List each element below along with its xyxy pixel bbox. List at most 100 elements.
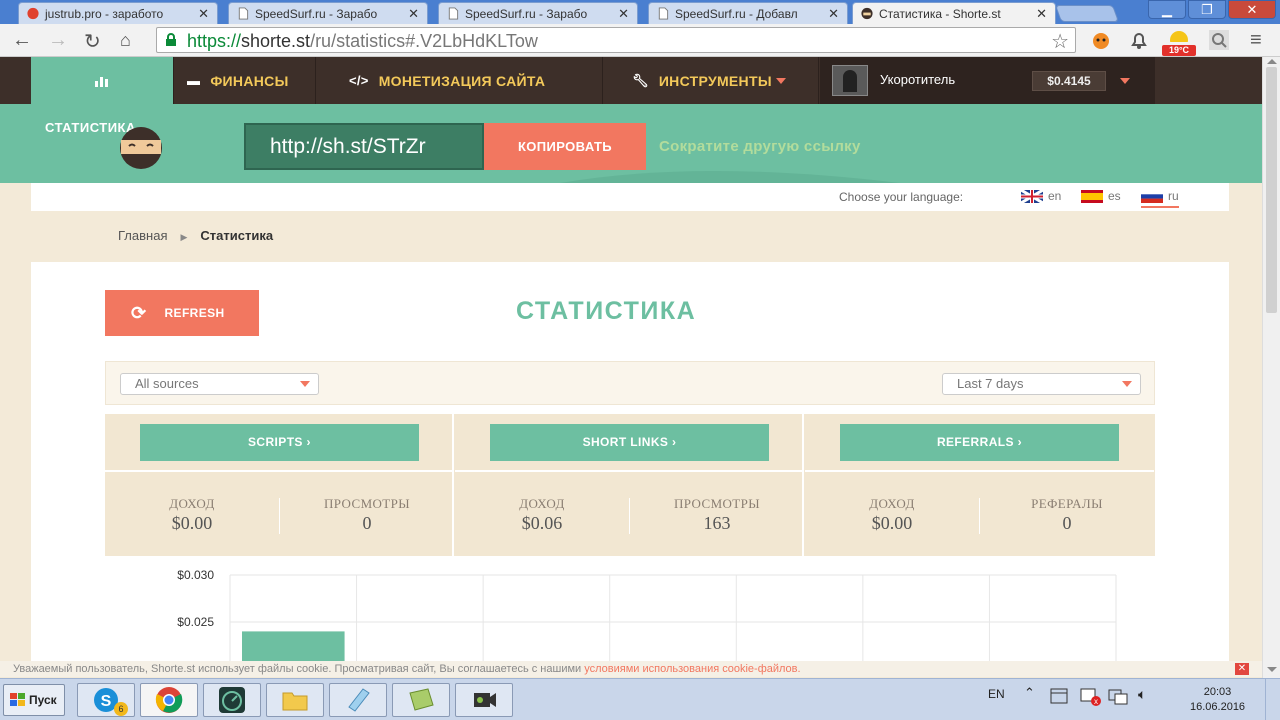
home-icon[interactable]: ⌂ <box>120 30 131 51</box>
lang-option-es[interactable]: es <box>1081 189 1121 203</box>
bookmark-star-icon[interactable]: ☆ <box>1051 29 1069 54</box>
chevron-down-icon <box>300 381 310 387</box>
tab-close-icon[interactable]: ✕ <box>828 6 839 22</box>
browser-tab-speedsurf-1[interactable]: SpeedSurf.ru - Зарабо ✕ <box>228 2 428 24</box>
tab-title: Статистика - Shorte.st <box>879 6 1001 21</box>
weather-extension[interactable]: 19°C <box>1162 28 1196 56</box>
browser-tab-strip: justrub.pro - заработо ✕ SpeedSurf.ru - … <box>0 0 1280 24</box>
cookie-files-link[interactable]: cookie-файлов. <box>722 663 800 675</box>
minimize-icon[interactable]: ▁ <box>1148 0 1186 19</box>
taskbar-explorer[interactable] <box>266 683 324 717</box>
scrollbar-thumb[interactable] <box>1266 67 1277 313</box>
system-clock[interactable]: 20:03 16.06.2016 <box>1190 685 1245 715</box>
input-language[interactable]: EN <box>988 687 1005 701</box>
user-menu[interactable]: Укоротитель $0.4145 <box>820 57 1155 104</box>
period-select[interactable]: Last 7 days <box>942 373 1141 395</box>
copy-button[interactable]: КОПИРОВАТЬ <box>484 123 646 170</box>
scripts-button[interactable]: SCRIPTS › <box>140 424 419 461</box>
speedometer-icon <box>219 687 245 713</box>
forward-arrow-icon[interactable]: → <box>48 29 68 52</box>
cookie-terms-link[interactable]: условиями использования <box>584 663 719 675</box>
breadcrumb-home[interactable]: Главная <box>118 228 167 243</box>
show-desktop-button[interactable] <box>1265 679 1280 720</box>
maximize-icon[interactable]: ❐ <box>1188 0 1226 19</box>
url-host: shorte.st <box>241 31 311 51</box>
tray-network-icon[interactable] <box>1108 688 1128 706</box>
metric-income: ДОХОД $0.00 <box>805 496 979 534</box>
taskbar-skype[interactable]: S 6 <box>77 683 135 717</box>
address-bar[interactable]: https://shorte.st/ru/statistics#.V2LbHdK… <box>156 27 1076 53</box>
nav-statistics[interactable] <box>31 57 174 104</box>
chevron-down-icon[interactable] <box>1120 78 1130 84</box>
short-url-field[interactable]: http://sh.st/STrZr <box>244 123 484 170</box>
browser-tab-speedsurf-2[interactable]: SpeedSurf.ru - Зарабо ✕ <box>438 2 638 24</box>
page-scrollbar[interactable] <box>1262 57 1280 678</box>
bar-chart-icon <box>95 76 108 87</box>
referrals-button[interactable]: REFERRALS › <box>840 424 1119 461</box>
language-label: Choose your language: <box>839 190 964 204</box>
period-select-value: Last 7 days <box>957 376 1024 391</box>
metric-label: ДОХОД <box>519 496 565 511</box>
browser-tab-speedsurf-3[interactable]: SpeedSurf.ru - Добавл ✕ <box>648 2 848 24</box>
stats-scripts: SCRIPTS › ДОХОД $0.00 ПРОСМОТРЫ 0 <box>105 414 454 556</box>
tab-close-icon[interactable]: ✕ <box>408 6 419 22</box>
tray-window-icon[interactable] <box>1050 688 1068 704</box>
metric-label: ПРОСМОТРЫ <box>323 496 411 511</box>
divider <box>805 470 1154 472</box>
chart-bar <box>242 631 345 662</box>
taskbar-chrome[interactable] <box>140 683 198 717</box>
nav-monetize[interactable]: </> МОНЕТИЗАЦИЯ САЙТА <box>317 57 603 104</box>
metric-label: ДОХОД <box>869 496 915 511</box>
refresh-icon: ⟳ <box>131 302 147 323</box>
metric-value: 163 <box>703 513 731 533</box>
back-arrow-icon[interactable]: ← <box>12 29 32 52</box>
lang-code: en <box>1048 189 1062 203</box>
metric-views: ПРОСМОТРЫ 0 <box>280 496 454 534</box>
ninja-mascot-icon <box>120 127 162 169</box>
nav-finance[interactable]: ▬ ФИНАНСЫ <box>175 57 316 104</box>
scroll-down-icon[interactable] <box>1267 667 1277 672</box>
windows-logo-icon <box>10 693 25 706</box>
short-links-button[interactable]: SHORT LINKS › <box>490 424 769 461</box>
lang-option-en[interactable]: en <box>1021 189 1061 203</box>
taskbar-app-camera[interactable] <box>455 683 513 717</box>
tab-close-icon[interactable]: ✕ <box>198 6 209 22</box>
speaker-icon[interactable]: 🔈︎ <box>1138 686 1146 703</box>
chrome-menu-icon[interactable]: ≡ <box>1250 29 1262 52</box>
taskbar-app-notes[interactable] <box>329 683 387 717</box>
new-tab-button[interactable] <box>1054 5 1120 22</box>
lang-option-ru[interactable]: ru <box>1141 189 1179 208</box>
browser-tab-justrub[interactable]: justrub.pro - заработо ✕ <box>18 2 218 24</box>
source-select[interactable]: All sources <box>120 373 319 395</box>
wrench-icon: 🔧︎ <box>632 72 649 88</box>
tray-network-alert-icon[interactable]: x <box>1080 688 1102 706</box>
tab-title: SpeedSurf.ru - Добавл <box>675 6 798 21</box>
tab-close-icon[interactable]: ✕ <box>618 6 629 22</box>
nav-tools[interactable]: 🔧︎ ИНСТРУМЕНТЫ <box>604 57 819 104</box>
cookie-notice: Уважаемый пользователь, Shorte.st исполь… <box>0 661 1262 677</box>
reload-icon[interactable]: ↻ <box>84 29 101 54</box>
browser-tab-shortest[interactable]: Статистика - Shorte.st ✕ <box>852 2 1056 24</box>
breadcrumb: Главная ▶ Статистика <box>118 228 273 243</box>
refresh-button[interactable]: ⟳ REFRESH <box>105 290 259 336</box>
start-button[interactable]: Пуск <box>3 684 65 716</box>
tab-title: SpeedSurf.ru - Зарабо <box>465 6 588 21</box>
notifications-bell-icon[interactable] <box>1128 29 1150 51</box>
avatar <box>832 65 868 96</box>
metric-value: 0 <box>362 513 372 533</box>
tab-close-icon[interactable]: ✕ <box>1036 6 1047 22</box>
scroll-up-icon[interactable] <box>1267 59 1277 64</box>
close-window-icon[interactable]: ✕ <box>1228 0 1276 19</box>
taskbar-speedometer[interactable] <box>203 683 261 717</box>
extension-fox-icon[interactable] <box>1090 29 1112 51</box>
search-extension-icon[interactable] <box>1208 29 1230 51</box>
close-icon[interactable]: ✕ <box>1235 663 1249 675</box>
tray-expand-icon[interactable]: ⌃ <box>1024 685 1035 701</box>
shorten-another-link[interactable]: Сократите другую ссылку <box>659 138 861 155</box>
stats-referrals: REFERRALS › ДОХОД $0.00 РЕФЕРАЛЫ 0 <box>805 414 1154 556</box>
taskbar-app-document[interactable] <box>392 683 450 717</box>
stats-panel: SCRIPTS › ДОХОД $0.00 ПРОСМОТРЫ 0 SHORT … <box>105 414 1155 556</box>
skype-badge: 6 <box>114 702 128 716</box>
metric-referrals: РЕФЕРАЛЫ 0 <box>980 496 1154 534</box>
address-url: https://shorte.st/ru/statistics#.V2LbHdK… <box>187 31 538 52</box>
